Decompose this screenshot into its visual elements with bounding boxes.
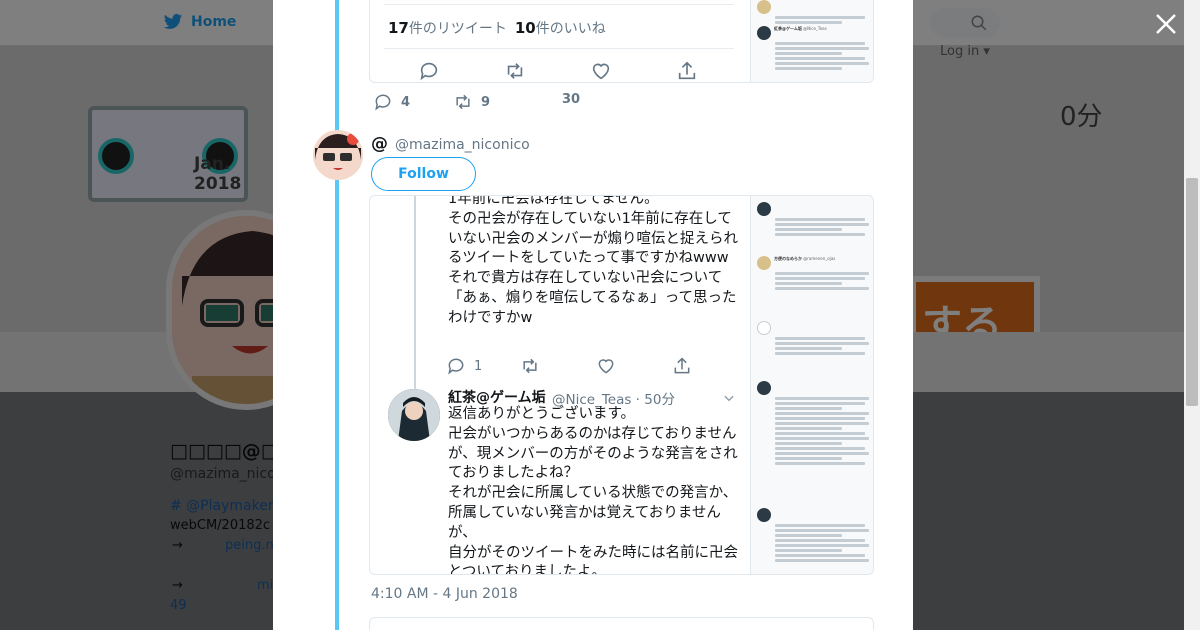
- reply-avatar-art: [388, 389, 440, 441]
- reply-tweet-text: 返信ありがとうございます。 卍会がいつからあるのかは存じておりませんが、現メンバ…: [448, 406, 738, 575]
- tweet-timestamp[interactable]: 4:10 AM - 4 Jun 2018: [371, 586, 518, 602]
- thumb-author-name: 紅茶@ゲーム垢: [774, 26, 802, 31]
- retweets-label[interactable]: 件のリツイート: [409, 21, 507, 37]
- chevron-down-icon[interactable]: [722, 391, 736, 405]
- reply-count: 4: [401, 94, 411, 110]
- reply-icon: [375, 94, 391, 111]
- quoted-tweet-text: 1年前に卍会は存在してません。 その卍会が存在していない1年前に存在していない卍…: [448, 195, 738, 326]
- reply-icon: [448, 358, 464, 375]
- embedded-tweet-card[interactable]: 17件のリツイート 10件のいいね 紅茶@ゲーム垢 @Nice_Teas: [369, 0, 874, 83]
- retweet-icon: [456, 94, 470, 110]
- like-count: 30: [562, 92, 581, 107]
- thumb-author-handle: @ramenen_ojas: [803, 256, 836, 261]
- author-avatar-art: [313, 130, 363, 180]
- retweets-count[interactable]: 17: [388, 19, 409, 37]
- follow-button[interactable]: Follow: [371, 157, 476, 191]
- scrollbar-thumb[interactable]: [1186, 178, 1198, 406]
- author-handle[interactable]: @mazima_niconico: [395, 137, 530, 153]
- conversation-thread-line: [335, 0, 339, 630]
- embedded-tweet-card[interactable]: 1年前に卍会は存在してません。 その卍会が存在していない1年前に存在していない卍…: [369, 195, 874, 575]
- reply-thread-line: [414, 196, 416, 391]
- retweet-icon[interactable]: [520, 356, 540, 376]
- engagement-counts: 17件のリツイート 10件のいいね: [388, 18, 606, 38]
- likes-count[interactable]: 10: [515, 19, 536, 37]
- share-icon[interactable]: [672, 356, 692, 376]
- login-link[interactable]: Log in ▾: [940, 44, 990, 59]
- retweet-icon[interactable]: [504, 60, 526, 82]
- tweet-modal: 17件のリツイート 10件のいいね 紅茶@ゲーム垢 @Nice_Teas 4 9 …: [273, 0, 913, 630]
- attached-image[interactable]: 方便のなめらか @ramenen_ojas: [750, 196, 873, 574]
- attached-image[interactable]: 紅茶@ゲーム垢 @Nice_Teas: [750, 0, 873, 82]
- share-icon[interactable]: [676, 60, 698, 82]
- likes-label[interactable]: 件のいいね: [536, 21, 606, 37]
- author-avatar[interactable]: [313, 130, 363, 180]
- reply-stat[interactable]: 4: [373, 92, 410, 112]
- like-stat[interactable]: 30: [562, 92, 580, 107]
- embedded-tweet-card[interactable]: [369, 617, 874, 630]
- reply-author-name[interactable]: 紅茶@ゲーム垢: [448, 387, 546, 407]
- like-icon[interactable]: [596, 356, 616, 376]
- thumb-author-handle: @Nice_Teas: [803, 26, 827, 31]
- thumb-author-name: 方便のなめらか: [774, 256, 802, 261]
- reply-author-avatar[interactable]: [388, 389, 440, 441]
- like-icon[interactable]: [590, 60, 612, 82]
- retweet-count: 9: [481, 94, 491, 110]
- reply-stat[interactable]: 1: [446, 356, 482, 376]
- author-at-sign: @: [371, 134, 388, 154]
- retweet-stat[interactable]: 9: [453, 92, 490, 112]
- reply-icon[interactable]: [418, 60, 440, 82]
- close-icon[interactable]: [1154, 12, 1178, 36]
- reply-count: 1: [474, 358, 483, 374]
